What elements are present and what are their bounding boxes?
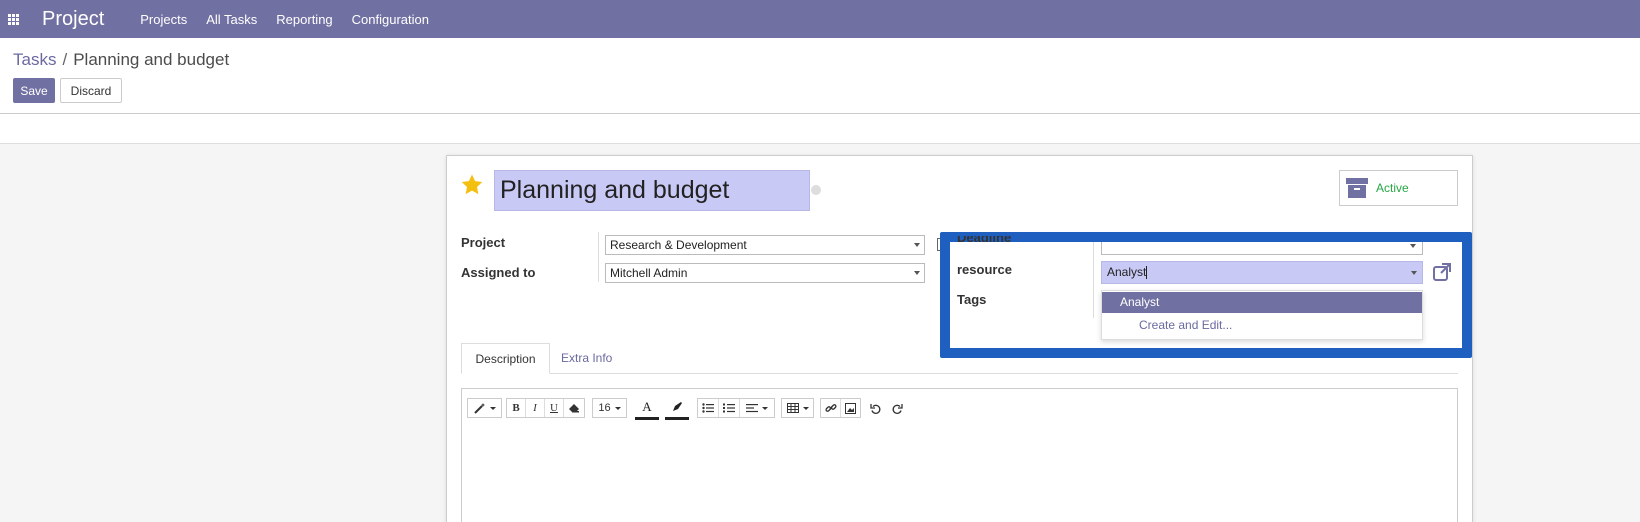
project-value: Research & Development bbox=[610, 238, 747, 252]
undo-icon[interactable] bbox=[869, 402, 883, 416]
star-icon[interactable] bbox=[460, 173, 484, 197]
ordered-list-icon[interactable] bbox=[719, 399, 740, 417]
insert-toolbar-group bbox=[820, 398, 861, 418]
menu-all-tasks[interactable]: All Tasks bbox=[206, 12, 257, 27]
table-icon[interactable] bbox=[781, 398, 814, 418]
menu-projects[interactable]: Projects bbox=[140, 12, 187, 27]
apps-grid-icon[interactable] bbox=[0, 0, 26, 38]
deadline-label: Deadline bbox=[957, 236, 1012, 244]
tab-description[interactable]: Description bbox=[461, 343, 550, 374]
breadcrumb-separator: / bbox=[62, 50, 68, 69]
chevron-down-icon bbox=[914, 271, 920, 275]
tab-extra-info[interactable]: Extra Info bbox=[561, 351, 612, 365]
archive-icon bbox=[1346, 178, 1368, 198]
external-link-icon[interactable] bbox=[1432, 262, 1452, 282]
align-icon[interactable] bbox=[740, 399, 774, 417]
title-priority-dot bbox=[811, 185, 821, 195]
chevron-down-icon bbox=[914, 243, 920, 247]
format-toolbar-group: B I U bbox=[506, 398, 585, 418]
task-title-input[interactable]: Planning and budget bbox=[494, 170, 810, 211]
assigned-to-select[interactable]: Mitchell Admin bbox=[605, 263, 925, 283]
app-title[interactable]: Project bbox=[42, 8, 104, 31]
chevron-down-icon bbox=[1411, 271, 1417, 275]
breadcrumb-tasks-link[interactable]: Tasks bbox=[13, 50, 56, 69]
menu-reporting[interactable]: Reporting bbox=[276, 12, 332, 27]
resource-label: resource bbox=[957, 262, 1012, 277]
bold-icon[interactable]: B bbox=[507, 399, 526, 417]
text-cursor bbox=[1146, 266, 1148, 280]
active-toggle-button[interactable]: Active bbox=[1339, 170, 1458, 206]
assigned-to-label: Assigned to bbox=[461, 265, 536, 280]
redo-icon[interactable] bbox=[890, 402, 904, 416]
deadline-input[interactable] bbox=[1101, 242, 1423, 255]
eraser-icon[interactable] bbox=[564, 399, 584, 417]
top-navbar: Project Projects All Tasks Reporting Con… bbox=[0, 0, 1640, 38]
field-separator bbox=[1093, 242, 1094, 318]
breadcrumb-current: Planning and budget bbox=[73, 50, 230, 69]
italic-icon[interactable]: I bbox=[526, 399, 545, 417]
font-color-icon[interactable]: A bbox=[635, 397, 659, 424]
dropdown-option-analyst[interactable]: Analyst bbox=[1102, 292, 1422, 313]
assigned-to-value: Mitchell Admin bbox=[610, 266, 688, 280]
menu-configuration[interactable]: Configuration bbox=[352, 12, 429, 27]
control-panel-divider bbox=[0, 113, 1640, 114]
magic-style-icon[interactable] bbox=[468, 399, 501, 417]
underline-icon[interactable]: U bbox=[545, 399, 564, 417]
resource-value: Analyst bbox=[1107, 265, 1147, 279]
project-select[interactable]: Research & Development bbox=[605, 235, 925, 255]
create-and-edit-link[interactable]: Create and Edit... bbox=[1139, 318, 1232, 332]
field-separator bbox=[598, 232, 599, 282]
resource-autocomplete-dropdown: Analyst Create and Edit... bbox=[1101, 290, 1423, 340]
resource-input[interactable]: Analyst bbox=[1101, 261, 1423, 284]
image-icon[interactable] bbox=[841, 399, 860, 417]
font-size-dropdown[interactable]: 16 bbox=[592, 398, 627, 418]
discard-button[interactable]: Discard bbox=[60, 78, 122, 103]
link-icon[interactable] bbox=[821, 399, 841, 417]
active-label: Active bbox=[1376, 181, 1409, 195]
style-toolbar-group bbox=[467, 398, 502, 418]
breadcrumb: Tasks / Planning and budget bbox=[13, 50, 229, 70]
highlight-color-icon[interactable] bbox=[665, 397, 689, 424]
chevron-down-icon bbox=[1410, 244, 1416, 248]
font-size-value: 16 bbox=[598, 402, 611, 414]
tags-label: Tags bbox=[957, 292, 987, 307]
list-toolbar-group bbox=[697, 398, 775, 418]
project-label: Project bbox=[461, 235, 506, 250]
tabs-divider bbox=[461, 373, 1458, 374]
unordered-list-icon[interactable] bbox=[698, 399, 719, 417]
save-button[interactable]: Save bbox=[13, 78, 55, 103]
